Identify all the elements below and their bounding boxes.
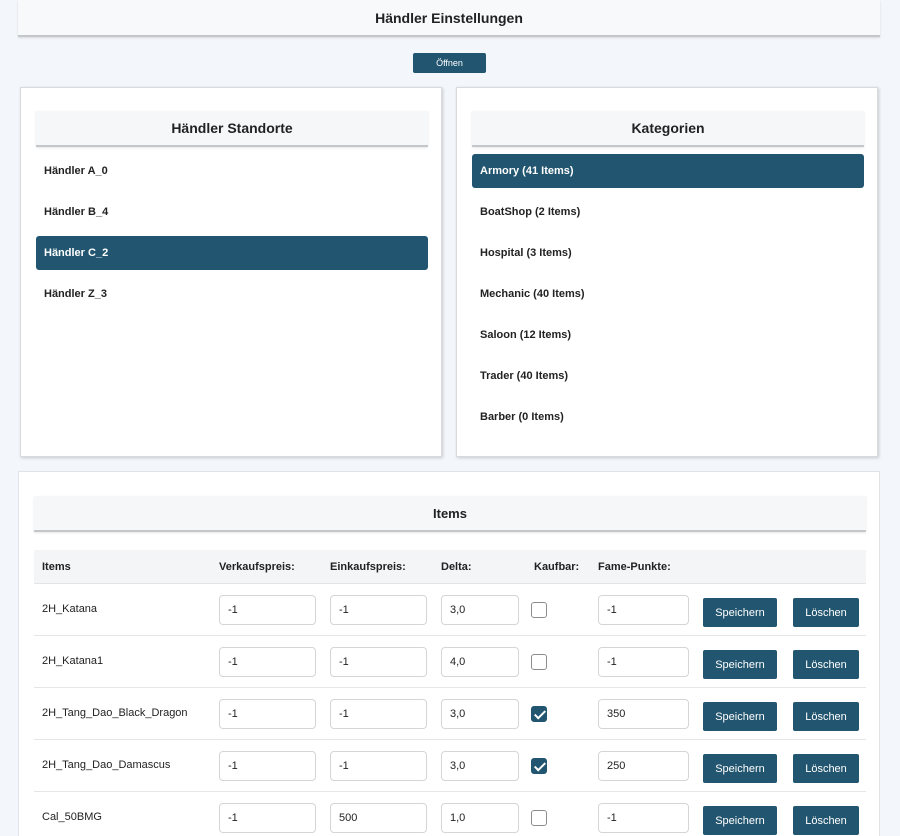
buy-price-input[interactable]: -1 <box>330 751 427 781</box>
categories-list: Armory (41 Items) BoatShop (2 Items) Hospi… <box>472 154 864 441</box>
category-item[interactable]: Barber (0 Items) <box>472 400 864 434</box>
category-item[interactable]: Saloon (12 Items) <box>472 318 864 352</box>
delete-button[interactable]: Löschen <box>793 702 859 731</box>
save-button[interactable]: Speichern <box>703 650 777 679</box>
items-panel: Items Items Verkaufspreis: Einkaufspreis… <box>18 471 880 836</box>
table-row: 2H_Katana -1 -1 3,0 -1 Speichern Löschen <box>34 584 866 636</box>
locations-list: Händler A_0 Händler B_4 Händler C_2 Händler… <box>36 154 428 318</box>
buyable-checkbox[interactable] <box>531 654 547 670</box>
item-name: Cal_50BMG <box>42 811 102 823</box>
buy-price-input[interactable]: -1 <box>330 699 427 729</box>
table-row: 2H_Tang_Dao_Damascus -1 -1 3,0 250 Speichern L… <box>34 740 866 792</box>
sell-price-input[interactable]: -1 <box>219 751 316 781</box>
fame-input[interactable]: 250 <box>598 751 689 781</box>
categories-panel: Kategorien Armory (41 Items) BoatShop (2 … <box>456 87 878 457</box>
delta-input[interactable]: 3,0 <box>441 751 519 781</box>
locations-title: Händler Standorte <box>36 111 428 147</box>
col-items: Items <box>42 561 71 573</box>
col-delta: Delta: <box>441 561 472 573</box>
delta-input[interactable]: 1,0 <box>441 803 519 833</box>
item-name: 2H_Katana1 <box>42 655 104 667</box>
col-buyable: Kaufbar: <box>534 561 580 573</box>
table-row: Cal_50BMG -1 500 1,0 -1 Speichern Löschen <box>34 792 866 836</box>
categories-title: Kategorien <box>472 111 864 147</box>
location-item[interactable]: Händler Z_3 <box>36 277 428 311</box>
open-button[interactable]: Öffnen <box>413 53 486 73</box>
save-button[interactable]: Speichern <box>703 754 777 783</box>
category-item[interactable]: BoatShop (2 Items) <box>472 195 864 229</box>
location-item[interactable]: Händler C_2 <box>36 236 428 270</box>
sell-price-input[interactable]: -1 <box>219 699 316 729</box>
category-item[interactable]: Hospital (3 Items) <box>472 236 864 270</box>
save-button[interactable]: Speichern <box>703 806 777 835</box>
locations-panel: Händler Standorte Händler A_0 Händler B_4… <box>20 87 442 457</box>
delta-input[interactable]: 3,0 <box>441 595 519 625</box>
items-title: Items <box>34 496 866 532</box>
buy-price-input[interactable]: -1 <box>330 647 427 677</box>
sell-price-input[interactable]: -1 <box>219 595 316 625</box>
location-item[interactable]: Händler B_4 <box>36 195 428 229</box>
table-row: 2H_Katana1 -1 -1 4,0 -1 Speichern Löschen <box>34 636 866 688</box>
col-sell-price: Verkaufspreis: <box>219 561 295 573</box>
fame-input[interactable]: 350 <box>598 699 689 729</box>
delta-input[interactable]: 3,0 <box>441 699 519 729</box>
fame-input[interactable]: -1 <box>598 595 689 625</box>
items-table-header: Items Verkaufspreis: Einkaufspreis: Delt… <box>34 550 866 584</box>
save-button[interactable]: Speichern <box>703 598 777 627</box>
col-fame: Fame-Punkte: <box>598 561 671 573</box>
buy-price-input[interactable]: 500 <box>330 803 427 833</box>
category-item[interactable]: Mechanic (40 Items) <box>472 277 864 311</box>
col-buy-price: Einkaufspreis: <box>330 561 406 573</box>
item-name: 2H_Tang_Dao_Black_Dragon <box>42 707 188 719</box>
delete-button[interactable]: Löschen <box>793 650 859 679</box>
save-button[interactable]: Speichern <box>703 702 777 731</box>
fame-input[interactable]: -1 <box>598 803 689 833</box>
buy-price-input[interactable]: -1 <box>330 595 427 625</box>
item-name: 2H_Tang_Dao_Damascus <box>42 759 171 771</box>
delete-button[interactable]: Löschen <box>793 598 859 627</box>
sell-price-input[interactable]: -1 <box>219 803 316 833</box>
table-row: 2H_Tang_Dao_Black_Dragon -1 -1 3,0 350 Speich… <box>34 688 866 740</box>
page-title: Händler Einstellungen <box>375 9 523 26</box>
buyable-checkbox[interactable] <box>531 706 547 722</box>
category-item[interactable]: Trader (40 Items) <box>472 359 864 393</box>
delta-input[interactable]: 4,0 <box>441 647 519 677</box>
location-item[interactable]: Händler A_0 <box>36 154 428 188</box>
sell-price-input[interactable]: -1 <box>219 647 316 677</box>
buyable-checkbox[interactable] <box>531 810 547 826</box>
delete-button[interactable]: Löschen <box>793 754 859 783</box>
buyable-checkbox[interactable] <box>531 758 547 774</box>
item-name: 2H_Katana <box>42 603 98 615</box>
category-item[interactable]: Armory (41 Items) <box>472 154 864 188</box>
fame-input[interactable]: -1 <box>598 647 689 677</box>
page-header: Händler Einstellungen <box>18 0 880 37</box>
delete-button[interactable]: Löschen <box>793 806 859 835</box>
buyable-checkbox[interactable] <box>531 602 547 618</box>
